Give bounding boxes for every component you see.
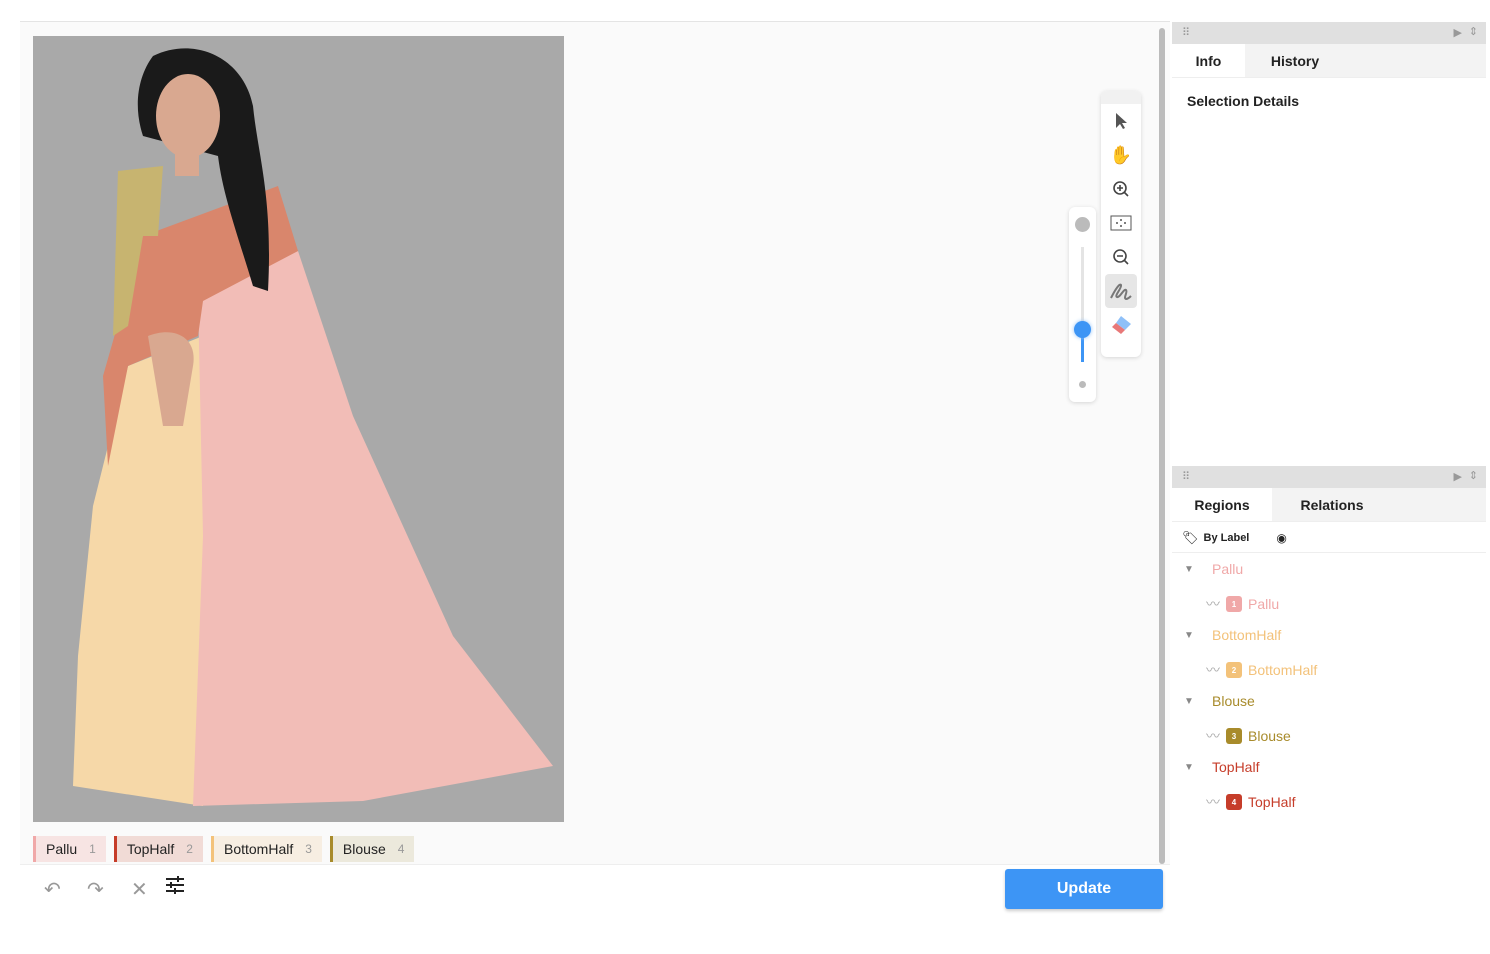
drag-handle-icon[interactable]: ⠿	[1182, 26, 1190, 39]
face	[156, 74, 220, 158]
region-pallu[interactable]	[193, 251, 553, 806]
region-item[interactable]: 〰 3 Blouse	[1206, 726, 1291, 746]
brush-icon: 〰	[1206, 596, 1220, 612]
region-label: Pallu	[1248, 596, 1280, 612]
caret-down-icon[interactable]: ▼	[1184, 696, 1206, 707]
tab-relations[interactable]: Relations	[1272, 488, 1392, 521]
region-group-bottomhalf[interactable]: ▼ BottomHalf	[1184, 627, 1281, 643]
fit-icon[interactable]	[1101, 206, 1141, 240]
label-name: BottomHalf	[223, 841, 294, 857]
region-group-blouse[interactable]: ▼ Blouse	[1184, 693, 1255, 709]
regions-panel: ⠿ ▶ ⇕ Regions Relations 🏷 By Label ◉ ▼ Pa…	[1172, 466, 1486, 916]
label-name: Pallu	[46, 841, 78, 857]
region-bottomhalf[interactable]	[73, 336, 208, 806]
label-chip-blouse[interactable]: Blouse 4	[329, 836, 415, 862]
zoom-slider[interactable]	[1069, 207, 1096, 402]
vertical-scrollbar[interactable]	[1159, 28, 1165, 864]
brush-icon[interactable]	[1105, 274, 1137, 308]
label-bar: Pallu 1 TopHalf 2 BottomHalf 3 Blouse 4	[33, 836, 415, 862]
region-item[interactable]: 〰 2 BottomHalf	[1206, 660, 1317, 680]
image-canvas[interactable]	[33, 36, 564, 822]
label-name: TopHalf	[126, 841, 175, 857]
panel-header: ⠿ ▶ ⇕	[1172, 466, 1486, 488]
pointer-icon[interactable]	[1101, 104, 1141, 138]
brush-icon: 〰	[1206, 662, 1220, 678]
region-badge: 3	[1226, 728, 1242, 744]
tab-info[interactable]: Info	[1172, 44, 1245, 77]
tag-icon[interactable]: 🏷	[1182, 530, 1199, 546]
annotation-workspace: ✋ Pallu 1 TopHalf 2 BottomHalf 3 Blouse 4 ↶ …	[20, 21, 1170, 910]
group-label: BottomHalf	[1212, 627, 1282, 643]
label-name: Blouse	[342, 841, 386, 857]
label-hotkey: 3	[305, 842, 312, 856]
region-label: BottomHalf	[1248, 662, 1318, 678]
neck	[175, 151, 199, 176]
region-label: Blouse	[1248, 728, 1291, 744]
group-by-label-toggle[interactable]: By Label	[1204, 532, 1250, 544]
brush-icon: 〰	[1206, 794, 1220, 810]
region-item[interactable]: 〰 1 Pallu	[1206, 594, 1279, 614]
update-button[interactable]: Update	[1005, 869, 1163, 909]
redo-icon[interactable]: ↷	[87, 877, 104, 902]
region-badge: 1	[1226, 596, 1242, 612]
close-icon[interactable]: ✕	[131, 877, 148, 902]
region-label: TopHalf	[1248, 794, 1296, 810]
label-hotkey: 4	[397, 842, 405, 856]
label-hotkey: 2	[186, 842, 193, 856]
group-label: Blouse	[1212, 693, 1255, 709]
zoom-in-icon[interactable]	[1101, 172, 1141, 206]
info-panel: ⠿ ▶ ⇕ Info History Selection Details	[1172, 22, 1486, 462]
region-badge: 2	[1226, 662, 1242, 678]
group-label: Pallu	[1212, 561, 1244, 577]
zoom-out-icon[interactable]	[1101, 240, 1141, 274]
region-group-tophalf[interactable]: ▼ TopHalf	[1184, 759, 1259, 775]
annotated-image	[73, 48, 553, 806]
caret-down-icon[interactable]: ▼	[1184, 762, 1206, 773]
label-chip-tophalf[interactable]: TopHalf 2	[113, 836, 203, 862]
label-chip-bottomhalf[interactable]: BottomHalf 3	[210, 836, 322, 862]
slider-thumb[interactable]	[1074, 321, 1091, 338]
label-chip-pallu[interactable]: Pallu 1	[33, 836, 106, 862]
drag-handle-icon[interactable]: ⠿	[1182, 470, 1190, 483]
expand-icon[interactable]: ⇕	[1469, 25, 1478, 38]
settings-sliders-icon[interactable]	[165, 875, 185, 901]
zoom-min-icon	[1079, 381, 1086, 388]
collapse-icon[interactable]: ▶	[1454, 26, 1462, 39]
brush-icon: 〰	[1206, 728, 1220, 744]
collapse-icon[interactable]: ▶	[1454, 470, 1462, 483]
expand-icon[interactable]: ⇕	[1469, 469, 1478, 482]
visibility-icon[interactable]: ◉	[1276, 531, 1286, 545]
label-hotkey: 1	[89, 842, 96, 856]
group-label: TopHalf	[1212, 759, 1260, 775]
hand-icon[interactable]: ✋	[1101, 138, 1141, 172]
undo-icon[interactable]: ↶	[44, 877, 61, 902]
eraser-icon[interactable]	[1101, 308, 1141, 342]
zoom-max-icon	[1075, 217, 1090, 232]
region-group-pallu[interactable]: ▼ Pallu	[1184, 561, 1243, 577]
panel-header: ⠿ ▶ ⇕	[1172, 22, 1486, 44]
caret-down-icon[interactable]: ▼	[1184, 564, 1206, 575]
selection-details-heading: Selection Details	[1187, 93, 1300, 109]
caret-down-icon[interactable]: ▼	[1184, 630, 1206, 641]
canvas-toolbar: ✋	[1101, 91, 1141, 357]
region-item[interactable]: 〰 4 TopHalf	[1206, 792, 1295, 812]
tab-history[interactable]: History	[1245, 44, 1345, 77]
bottom-toolbar: ↶ ↷ ✕ Update	[20, 864, 1170, 910]
region-badge: 4	[1226, 794, 1242, 810]
tab-regions[interactable]: Regions	[1172, 488, 1272, 521]
